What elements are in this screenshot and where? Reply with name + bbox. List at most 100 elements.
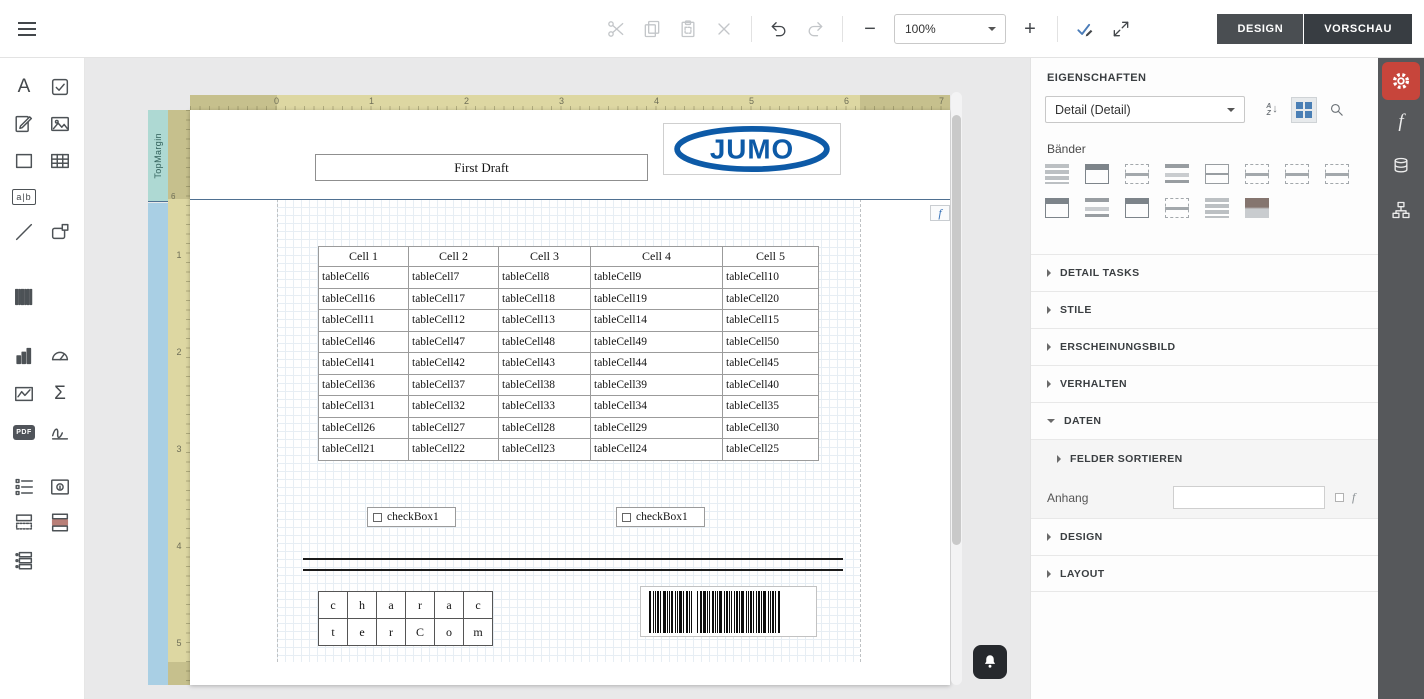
detail-band-strip[interactable] bbox=[148, 203, 168, 685]
table-cell[interactable]: tableCell32 bbox=[409, 396, 499, 418]
table-cell[interactable]: tableCell18 bbox=[499, 288, 591, 310]
checkbox-element-1[interactable]: checkBox1 bbox=[367, 507, 456, 527]
table-cell[interactable]: tableCell28 bbox=[499, 417, 591, 439]
double-line-element[interactable] bbox=[303, 558, 843, 571]
comb-cell[interactable]: o bbox=[435, 619, 464, 646]
report-title-textbox[interactable]: First Draft bbox=[315, 154, 648, 181]
paste-button[interactable] bbox=[674, 15, 702, 43]
table-cell[interactable]: tableCell43 bbox=[499, 353, 591, 375]
table-cell[interactable]: tableCell38 bbox=[499, 374, 591, 396]
design-tab[interactable]: DESIGN bbox=[1217, 14, 1303, 44]
band-icon-01[interactable] bbox=[1045, 164, 1069, 184]
component-dropdown[interactable]: Detail (Detail) bbox=[1045, 96, 1245, 123]
comb-cell[interactable]: e bbox=[348, 619, 377, 646]
search-properties-button[interactable] bbox=[1323, 97, 1349, 123]
band-icon-03[interactable] bbox=[1125, 164, 1149, 184]
band-icon-07[interactable] bbox=[1285, 164, 1309, 184]
table-cell[interactable]: tableCell42 bbox=[409, 353, 499, 375]
table-header-cell[interactable]: Cell 5 bbox=[723, 247, 819, 267]
table-cell[interactable]: tableCell16 bbox=[319, 288, 409, 310]
menu-button[interactable] bbox=[18, 17, 44, 41]
checkbox-element-2[interactable]: checkBox1 bbox=[616, 507, 705, 527]
barcode-element[interactable] bbox=[640, 586, 817, 637]
table-cell[interactable]: tableCell9 bbox=[591, 267, 723, 289]
table-cell[interactable]: tableCell33 bbox=[499, 396, 591, 418]
sparkline-tool[interactable] bbox=[8, 378, 40, 410]
table-row[interactable]: tableCell21tableCell22tableCell23tableCe… bbox=[319, 439, 819, 461]
report-table[interactable]: Cell 1Cell 2Cell 3Cell 4Cell 5tableCell6… bbox=[318, 246, 819, 461]
table-cell[interactable]: tableCell22 bbox=[409, 439, 499, 461]
fullscreen-button[interactable] bbox=[1107, 15, 1135, 43]
table-cell[interactable]: tableCell13 bbox=[499, 310, 591, 332]
undo-button[interactable] bbox=[765, 15, 793, 43]
top-margin-band[interactable]: TopMargin bbox=[148, 110, 168, 202]
zoom-in-button[interactable]: + bbox=[1016, 15, 1044, 43]
table-cell[interactable]: tableCell14 bbox=[591, 310, 723, 332]
line-tool[interactable] bbox=[8, 216, 40, 248]
comb-cell[interactable]: c bbox=[319, 592, 348, 619]
band-icon-10[interactable] bbox=[1085, 198, 1109, 218]
table-cell[interactable]: tableCell34 bbox=[591, 396, 723, 418]
table-cell[interactable]: tableCell40 bbox=[723, 374, 819, 396]
table-tool[interactable] bbox=[44, 145, 76, 177]
table-header-cell[interactable]: Cell 1 bbox=[319, 247, 409, 267]
function-icon[interactable]: f bbox=[1352, 490, 1355, 505]
table-cell[interactable]: tableCell6 bbox=[319, 267, 409, 289]
band-icon-11[interactable] bbox=[1125, 198, 1149, 218]
barcode-tool[interactable] bbox=[8, 281, 40, 313]
design-canvas[interactable]: 01234567 123456 TopMargin First Draft JU… bbox=[85, 58, 1030, 699]
comb-cell[interactable]: c bbox=[464, 592, 493, 619]
table-row[interactable]: tableCell36tableCell37tableCell38tableCe… bbox=[319, 374, 819, 396]
table-cell[interactable]: tableCell50 bbox=[723, 331, 819, 353]
image-tool[interactable] bbox=[44, 108, 76, 140]
table-row[interactable]: tableCell41tableCell42tableCell43tableCe… bbox=[319, 353, 819, 375]
table-cell[interactable]: tableCell26 bbox=[319, 417, 409, 439]
table-cell[interactable]: tableCell46 bbox=[319, 331, 409, 353]
band-icon-12[interactable] bbox=[1165, 198, 1189, 218]
band-icon-02[interactable] bbox=[1085, 164, 1109, 184]
band-icon-14[interactable] bbox=[1245, 198, 1269, 218]
table-cell[interactable]: tableCell27 bbox=[409, 417, 499, 439]
report-page[interactable]: First Draft JUMO f Cell 1Cell 2Cell 3Cel… bbox=[190, 110, 950, 685]
table-row[interactable]: tableCell6tableCell7tableCell8tableCell9… bbox=[319, 267, 819, 289]
richtext-tool[interactable] bbox=[8, 108, 40, 140]
info-panel-tool[interactable] bbox=[44, 471, 76, 503]
function-flag-icon[interactable]: f bbox=[930, 205, 950, 221]
table-cell[interactable]: tableCell35 bbox=[723, 396, 819, 418]
table-cell[interactable]: tableCell41 bbox=[319, 353, 409, 375]
table-header-cell[interactable]: Cell 4 bbox=[591, 247, 723, 267]
text-tool[interactable]: A bbox=[8, 71, 40, 103]
comb-cell[interactable]: t bbox=[319, 619, 348, 646]
table-cell[interactable]: tableCell12 bbox=[409, 310, 499, 332]
table-row[interactable]: tableCell46tableCell47tableCell48tableCe… bbox=[319, 331, 819, 353]
table-cell[interactable]: tableCell11 bbox=[319, 310, 409, 332]
table-cell[interactable]: tableCell47 bbox=[409, 331, 499, 353]
delete-button[interactable] bbox=[710, 15, 738, 43]
comb-cell[interactable]: h bbox=[348, 592, 377, 619]
section-verhalten[interactable]: VERHALTEN bbox=[1031, 365, 1378, 402]
table-cell[interactable]: tableCell15 bbox=[723, 310, 819, 332]
band-icon-06[interactable] bbox=[1245, 164, 1269, 184]
text-in-cells-tool[interactable]: a|b bbox=[8, 181, 40, 213]
table-cell[interactable]: tableCell23 bbox=[499, 439, 591, 461]
table-cell[interactable]: tableCell37 bbox=[409, 374, 499, 396]
table-cell[interactable]: tableCell7 bbox=[409, 267, 499, 289]
comb-cell[interactable]: r bbox=[377, 619, 406, 646]
table-row[interactable]: tableCell31tableCell32tableCell33tableCe… bbox=[319, 396, 819, 418]
chart-tool[interactable] bbox=[8, 340, 40, 372]
table-row[interactable]: tableCell11tableCell12tableCell13tableCe… bbox=[319, 310, 819, 332]
stacked-bands-tool[interactable] bbox=[8, 544, 40, 576]
signature-tool[interactable] bbox=[44, 416, 76, 448]
table-row[interactable]: tableCell16tableCell17tableCell18tableCe… bbox=[319, 288, 819, 310]
copy-button[interactable] bbox=[638, 15, 666, 43]
section-stile[interactable]: STILE bbox=[1031, 291, 1378, 328]
band-footer-tool[interactable] bbox=[44, 506, 76, 538]
settings-rail-button[interactable] bbox=[1382, 62, 1420, 100]
table-cell[interactable]: tableCell49 bbox=[591, 331, 723, 353]
panel-tool[interactable] bbox=[8, 145, 40, 177]
notifications-button[interactable] bbox=[973, 645, 1007, 679]
band-icon-13[interactable] bbox=[1205, 198, 1229, 218]
vertical-scrollbar[interactable] bbox=[951, 92, 962, 685]
validate-button[interactable] bbox=[1071, 15, 1099, 43]
comb-cell[interactable]: r bbox=[406, 592, 435, 619]
